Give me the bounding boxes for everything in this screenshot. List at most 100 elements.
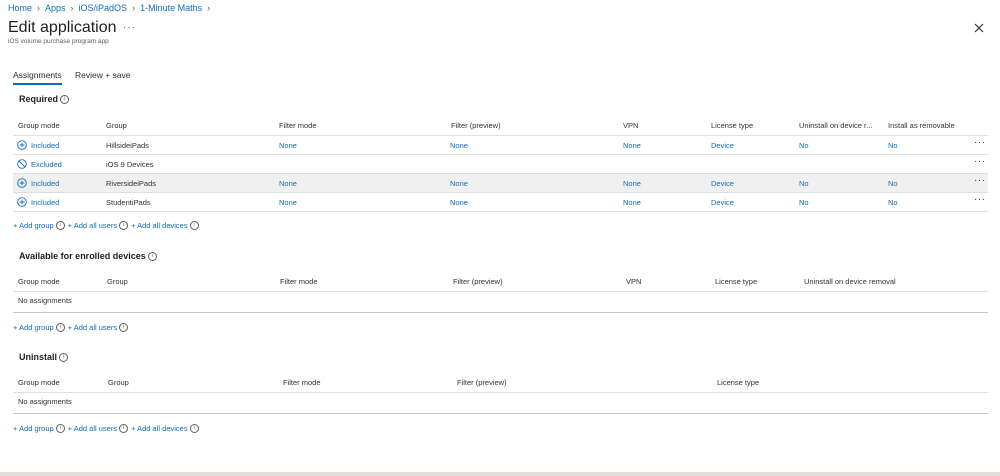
filter-mode[interactable]: None	[279, 198, 297, 207]
group-name: HillsideiPads	[106, 141, 149, 150]
col-header-filter-mode: Filter mode	[283, 378, 321, 387]
group-mode[interactable]: Included	[31, 179, 59, 188]
uninstall-on-removal[interactable]: No	[799, 141, 809, 150]
required-add-links: + Add group i + Add all users i + Add all …	[13, 221, 202, 230]
uninstall-on-removal[interactable]: No	[799, 198, 809, 207]
section-required-heading: Required	[19, 94, 59, 104]
info-icon[interactable]: i	[55, 424, 65, 433]
chevron-right-icon: ›	[132, 3, 136, 13]
add-all-devices-link[interactable]: + Add all devices	[131, 221, 188, 230]
col-header-group: Group	[108, 378, 129, 387]
info-icon[interactable]: i	[189, 221, 199, 230]
footer-bar	[0, 472, 1000, 476]
row-more-icon[interactable]: ···	[974, 137, 986, 148]
filter-mode[interactable]: None	[279, 179, 297, 188]
col-header-uninstall: Uninstall on device r...	[799, 121, 873, 130]
add-all-users-link[interactable]: + Add all users	[68, 221, 117, 230]
breadcrumb: Home › Apps › iOS/iPadOS › 1-Minute Maths ›	[8, 3, 215, 13]
license-type[interactable]: Device	[711, 198, 734, 207]
col-header-filter: Filter (preview)	[457, 378, 507, 387]
info-icon[interactable]: i	[119, 323, 129, 332]
uninstall-on-removal[interactable]: No	[799, 179, 809, 188]
group-name: iOS 9 Devices	[106, 160, 154, 169]
table-row[interactable]: Included HillsideiPads None None None De…	[13, 136, 988, 155]
empty-state: No assignments	[18, 296, 72, 305]
row-more-icon[interactable]: ···	[974, 156, 986, 167]
block-icon	[17, 159, 27, 169]
add-circle-icon	[17, 178, 27, 188]
info-icon[interactable]: i	[55, 221, 65, 230]
add-circle-icon	[17, 197, 27, 207]
vpn[interactable]: None	[623, 141, 641, 150]
chevron-right-icon: ›	[37, 3, 41, 13]
add-group-link[interactable]: + Add group	[13, 221, 54, 230]
col-header-license: License type	[717, 378, 760, 387]
table-row[interactable]: Excluded iOS 9 Devices ···	[13, 155, 988, 174]
col-header-uninstall: Uninstall on device removal	[804, 277, 896, 286]
breadcrumb-home[interactable]: Home	[8, 3, 32, 13]
breadcrumb-app[interactable]: 1-Minute Maths	[140, 3, 202, 13]
empty-state: No assignments	[18, 397, 72, 406]
add-group-link[interactable]: + Add group	[13, 323, 54, 332]
breadcrumb-ios[interactable]: iOS/iPadOS	[79, 3, 128, 13]
section-available-heading: Available for enrolled devices	[19, 251, 146, 261]
col-header-filter-mode: Filter mode	[279, 121, 317, 130]
available-add-links: + Add group i + Add all users i	[13, 323, 131, 332]
col-header-group-mode: Group mode	[18, 121, 60, 130]
section-available: Available for enrolled devices i	[19, 251, 157, 261]
info-icon[interactable]: i	[60, 94, 70, 104]
row-more-icon[interactable]: ···	[974, 194, 986, 205]
add-all-users-link[interactable]: + Add all users	[68, 323, 117, 332]
section-required: Required i	[19, 94, 70, 104]
close-icon[interactable]	[973, 22, 985, 34]
table-row[interactable]: Included RiversideiPads None None None D…	[13, 174, 988, 193]
col-header-filter: Filter (preview)	[453, 277, 503, 286]
divider	[13, 291, 988, 292]
table-row[interactable]: Included StudentiPads None None None Dev…	[13, 193, 988, 212]
divider	[13, 413, 988, 414]
chevron-right-icon: ›	[207, 3, 211, 13]
chevron-right-icon: ›	[70, 3, 74, 13]
divider	[13, 211, 988, 212]
col-header-group-mode: Group mode	[18, 277, 60, 286]
install-as-removable[interactable]: No	[888, 179, 898, 188]
row-more-icon[interactable]: ···	[974, 175, 986, 186]
section-uninstall: Uninstall i	[19, 352, 69, 362]
group-mode[interactable]: Included	[31, 198, 59, 207]
group-mode[interactable]: Excluded	[31, 160, 62, 169]
install-as-removable[interactable]: No	[888, 198, 898, 207]
more-options-icon[interactable]: ···	[123, 22, 136, 33]
vpn[interactable]: None	[623, 179, 641, 188]
add-all-devices-link[interactable]: + Add all devices	[131, 424, 188, 433]
tab-assignments[interactable]: Assignments	[13, 70, 62, 80]
group-name: RiversideiPads	[106, 179, 157, 188]
col-header-filter: Filter (preview)	[451, 121, 501, 130]
filter[interactable]: None	[450, 198, 468, 207]
add-group-link[interactable]: + Add group	[13, 424, 54, 433]
vpn[interactable]: None	[623, 198, 641, 207]
page-subtitle: iOS volume purchase program app	[8, 38, 109, 45]
install-as-removable[interactable]: No	[888, 141, 898, 150]
group-name: StudentiPads	[106, 198, 151, 207]
filter-mode[interactable]: None	[279, 141, 297, 150]
license-type[interactable]: Device	[711, 179, 734, 188]
breadcrumb-apps[interactable]: Apps	[45, 3, 66, 13]
info-icon[interactable]: i	[147, 251, 157, 261]
divider	[13, 392, 988, 393]
col-header-removable: Install as removable	[888, 121, 955, 130]
col-header-filter-mode: Filter mode	[280, 277, 318, 286]
info-icon[interactable]: i	[119, 221, 129, 230]
section-uninstall-heading: Uninstall	[19, 352, 58, 362]
info-icon[interactable]: i	[119, 424, 129, 433]
tab-review-save[interactable]: Review + save	[75, 70, 131, 80]
info-icon[interactable]: i	[189, 424, 199, 433]
filter[interactable]: None	[450, 179, 468, 188]
info-icon[interactable]: i	[59, 352, 69, 362]
filter[interactable]: None	[450, 141, 468, 150]
add-all-users-link[interactable]: + Add all users	[68, 424, 117, 433]
license-type[interactable]: Device	[711, 141, 734, 150]
col-header-vpn: VPN	[623, 121, 639, 130]
group-mode[interactable]: Included	[31, 141, 59, 150]
active-tab-indicator	[13, 83, 62, 85]
info-icon[interactable]: i	[55, 323, 65, 332]
